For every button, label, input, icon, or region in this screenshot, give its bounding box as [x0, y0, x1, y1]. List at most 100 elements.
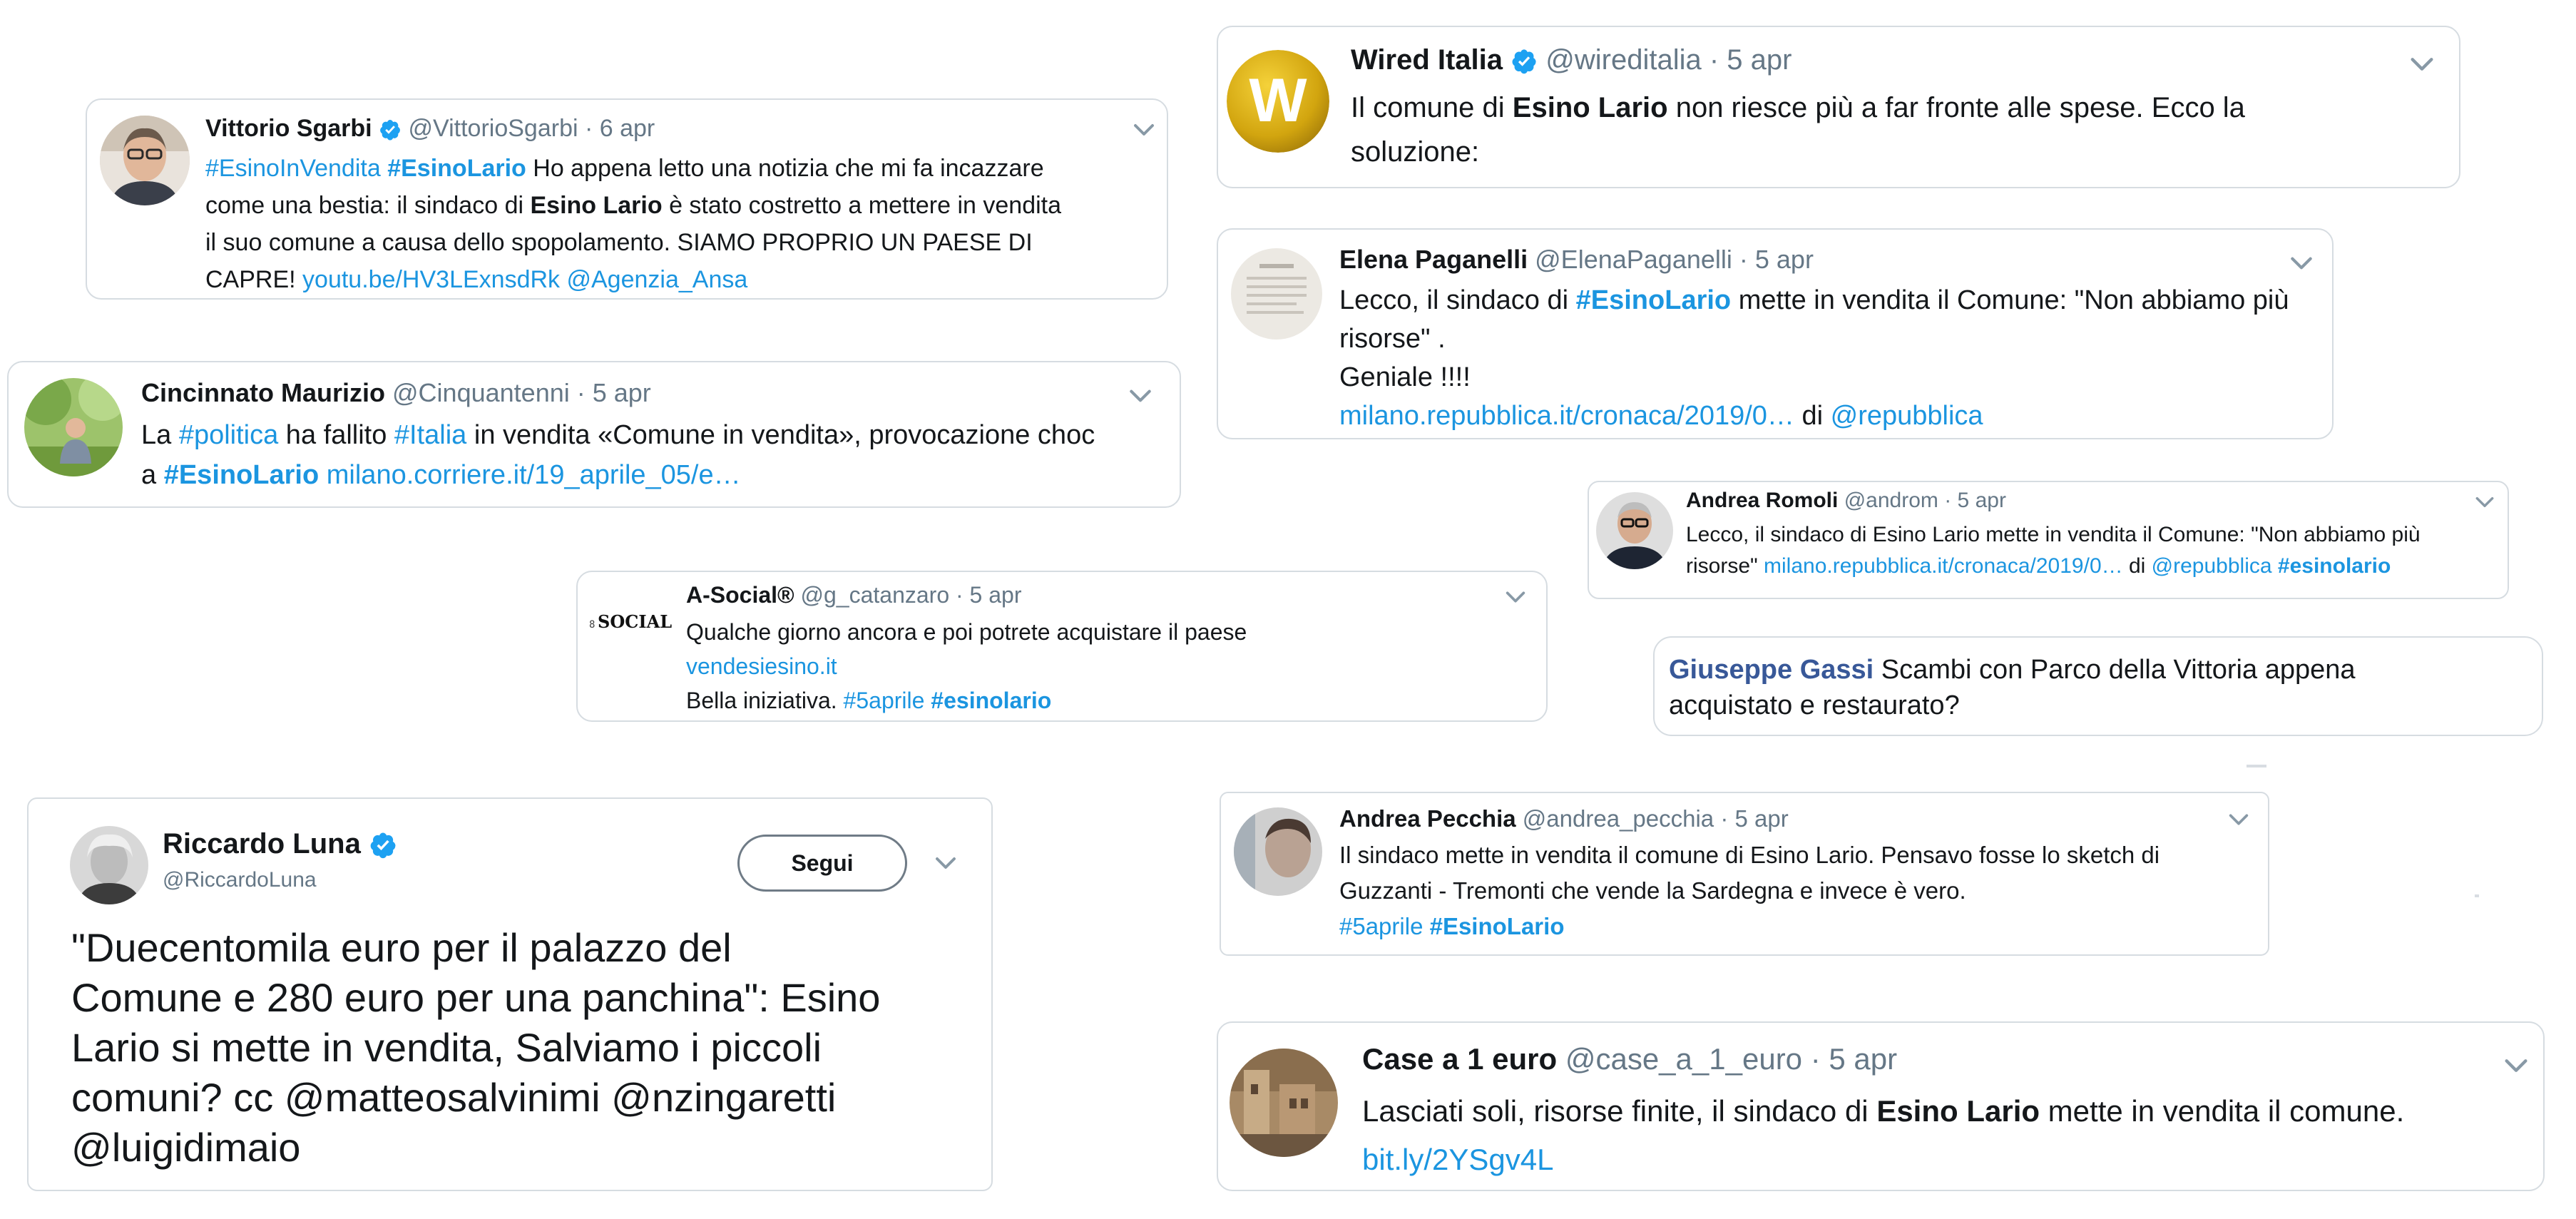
text-segment: a [141, 460, 164, 490]
tweet-text: #EsinoInVendita #EsinoLario Ho appena le… [205, 150, 1061, 298]
text-bold: Esino Lario [1512, 92, 1668, 123]
tweet-date[interactable]: · 5 apr [577, 378, 651, 407]
avatar[interactable]: W [1227, 50, 1329, 153]
author-handle[interactable]: @VittorioSgarbi [409, 115, 578, 142]
hashtag[interactable]: #esinolario [931, 688, 1051, 713]
tweet-card-luna[interactable]: Riccardo Luna @RiccardoLuna Segui "Duece… [27, 797, 993, 1191]
link[interactable]: bit.ly/2YSgv4L [1362, 1143, 1554, 1176]
text-line: Qualche giorno ancora e poi potrete acqu… [686, 619, 1247, 645]
avatar[interactable] [24, 378, 123, 476]
link[interactable]: milano.corriere.it/19_aprile_05/e… [327, 460, 741, 490]
author-name[interactable]: A-Social® [686, 582, 794, 608]
link[interactable]: vendesiesino.it [686, 653, 837, 679]
author-name[interactable]: Elena Paganelli [1339, 245, 1528, 274]
chevron-down-icon[interactable] [2227, 807, 2251, 832]
avatar[interactable] [1231, 248, 1322, 340]
logo-letter: W [1249, 66, 1307, 135]
chevron-down-icon[interactable] [2408, 50, 2436, 78]
hashtag[interactable]: #esinolario [2278, 554, 2391, 578]
text-line: Geniale !!!! [1339, 362, 1471, 392]
chevron-down-icon[interactable] [2502, 1051, 2530, 1080]
avatar[interactable] [1596, 492, 1673, 569]
text-segment: è stato costretto a mettere in vendita [662, 192, 1062, 219]
text-line: Lario si mette in vendita, Salviamo i pi… [71, 1025, 822, 1070]
text-line: risorse" . [1339, 324, 1446, 354]
newspaper-avatar-icon [1231, 248, 1322, 340]
author-handle[interactable]: @g_catanzaro [801, 582, 950, 608]
asocial-logo-icon: 8 SOCIAL [589, 611, 672, 632]
tweet-card-case[interactable]: Case a 1 euro @case_a_1_euro · 5 apr Las… [1217, 1021, 2545, 1191]
tweet-date[interactable]: · 5 apr [956, 582, 1021, 608]
tweet-card-romoli[interactable]: Andrea Romoli @androm · 5 apr Lecco, il … [1588, 481, 2509, 599]
tweet-card-sgarbi[interactable]: Vittorio Sgarbi @VittorioSgarbi · 6 apr … [86, 98, 1168, 300]
author-name[interactable]: Andrea Pecchia [1339, 805, 1516, 832]
hashtag[interactable]: #EsinoInVendita [205, 155, 381, 182]
text-bold: Esino Lario [530, 192, 663, 219]
chevron-down-icon[interactable] [933, 850, 959, 876]
author-name[interactable]: Giuseppe Gassi [1669, 655, 1874, 685]
town-photo-avatar-icon [1230, 1049, 1338, 1157]
tweet-date[interactable]: · 5 apr [1811, 1042, 1897, 1076]
link[interactable]: milano.repubblica.it/cronaca/2019/0… [1339, 401, 1794, 431]
author-name[interactable]: Case a 1 euro [1362, 1042, 1557, 1076]
avatar[interactable] [100, 116, 190, 205]
logo-text: SOCIAL [598, 611, 672, 632]
link[interactable]: milano.repubblica.it/cronaca/2019/0… [1764, 554, 2123, 578]
author-handle[interactable]: @andrea_pecchia [1523, 805, 1714, 832]
tweet-date[interactable]: · 5 apr [1739, 245, 1814, 274]
avatar[interactable] [1230, 1049, 1338, 1157]
comment-card-gassi[interactable]: Giuseppe Gassi Scambi con Parco della Vi… [1653, 636, 2543, 736]
chevron-down-icon[interactable] [2288, 250, 2315, 277]
chevron-down-icon[interactable] [2473, 491, 2496, 514]
author-name[interactable]: Vittorio Sgarbi [205, 115, 372, 142]
avatar[interactable]: 8 SOCIAL [588, 603, 673, 639]
author-handle[interactable]: @Cinquantenni [392, 378, 570, 407]
text-segment: Scambi con Parco della Vittoria appena [1874, 655, 2356, 685]
hashtag[interactable]: #EsinoLario [1576, 285, 1732, 315]
tweet-date[interactable]: · 5 apr [1720, 805, 1788, 832]
follow-button[interactable]: Segui [737, 835, 907, 892]
author-name[interactable]: Wired Italia [1351, 44, 1503, 76]
tweet-text: Lecco, il sindaco di #EsinoLario mette i… [1339, 281, 2289, 435]
chevron-down-icon[interactable] [1127, 382, 1154, 409]
mention[interactable]: @Agenzia_Ansa [566, 266, 747, 293]
text-line: acquistato e restaurato? [1669, 690, 1960, 720]
tweet-date[interactable]: · 5 apr [1709, 44, 1792, 76]
author-name[interactable]: Riccardo Luna [163, 828, 361, 860]
mention[interactable]: @repubblica [1831, 401, 1983, 431]
person-outdoor-avatar-icon [24, 378, 123, 476]
link[interactable]: youtu.be/HV3LExnsdRk [302, 266, 560, 293]
hashtag[interactable]: #5aprile [844, 688, 925, 713]
hashtag[interactable]: #5aprile [1339, 913, 1423, 939]
hashtag[interactable]: #EsinoLario [164, 460, 320, 490]
tweet-card-asocial[interactable]: 8 SOCIAL A-Social® @g_catanzaro · 5 apr … [576, 571, 1548, 722]
author-handle[interactable]: @case_a_1_euro [1565, 1042, 1802, 1076]
text-line: il suo comune a causa dello spopolamento… [205, 229, 1033, 256]
author-handle[interactable]: @RiccardoLuna [163, 867, 317, 893]
verified-badge-icon [379, 118, 402, 141]
author-name[interactable]: Cincinnato Maurizio [141, 378, 385, 407]
hashtag[interactable]: #EsinoLario [387, 155, 526, 182]
tweet-card-wired[interactable]: W Wired Italia @wireditalia · 5 apr Il c… [1217, 26, 2460, 188]
chevron-down-icon[interactable] [1503, 585, 1528, 609]
person-avatar-bw-icon [70, 826, 148, 904]
tweet-date[interactable]: · 5 apr [1944, 489, 2006, 512]
text-segment: Ho appena letto una notizia che mi fa in… [526, 155, 1044, 182]
hashtag[interactable]: #EsinoLario [1430, 913, 1565, 939]
avatar[interactable] [70, 826, 148, 904]
avatar[interactable] [1234, 807, 1322, 896]
chevron-down-icon[interactable] [1131, 117, 1157, 143]
author-handle[interactable]: @androm [1844, 489, 1938, 512]
hashtag[interactable]: #politica [179, 420, 278, 450]
author-name[interactable]: Andrea Romoli [1686, 489, 1838, 512]
divider [2475, 894, 2479, 897]
hashtag[interactable]: #Italia [394, 420, 466, 450]
author-handle[interactable]: @wireditalia [1545, 44, 1701, 76]
tweet-text: Lasciati soli, risorse finite, il sindac… [1362, 1087, 2404, 1184]
tweet-card-pecchia[interactable]: Andrea Pecchia @andrea_pecchia · 5 apr I… [1220, 792, 2269, 956]
tweet-date[interactable]: · 6 apr [585, 115, 655, 142]
author-handle[interactable]: @ElenaPaganelli [1535, 245, 1732, 274]
tweet-card-cincinnato[interactable]: Cincinnato Maurizio @Cinquantenni · 5 ap… [7, 361, 1181, 508]
mention[interactable]: @repubblica [2152, 554, 2272, 578]
tweet-card-paganelli[interactable]: Elena Paganelli @ElenaPaganelli · 5 apr … [1217, 228, 2334, 439]
